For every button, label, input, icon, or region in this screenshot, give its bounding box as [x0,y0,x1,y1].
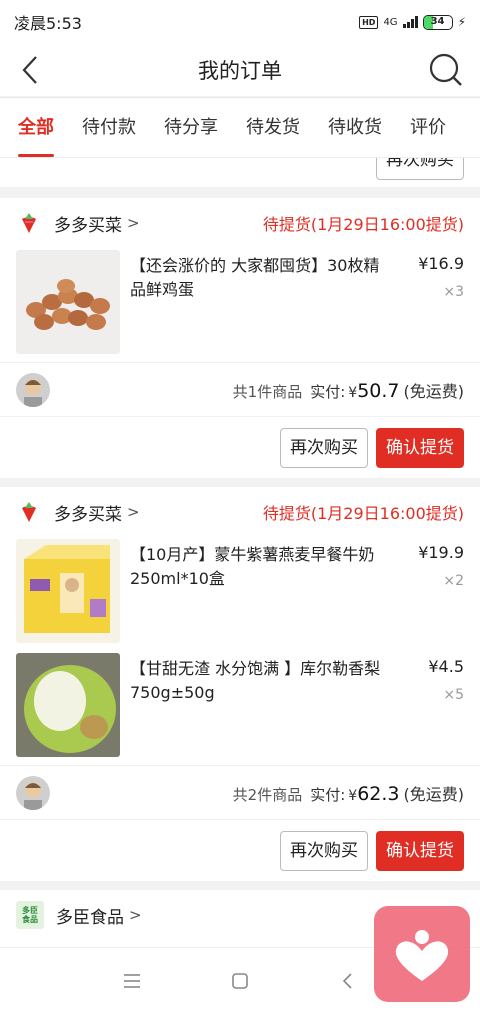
hd-badge: HD [359,15,379,29]
shipping-note: (免运费) [403,381,465,401]
item-price: ¥4.5 [428,657,464,676]
milk-product-image [16,539,120,643]
previous-order-card: 再次购买 [0,157,480,187]
nav-bar: 我的订单 [0,44,480,96]
order-card: 多多买菜 > 待提货(1月29日16:00提货) 【10月产】蒙牛紫薯燕麦早餐牛… [0,487,480,881]
item-price: ¥19.9 [418,543,464,562]
item-count: 共1件商品 [232,382,303,401]
paid-label: 实付: [310,785,346,804]
shipping-note: (免运费) [403,784,465,804]
search-icon [429,53,462,86]
battery-icon: 34 [422,14,453,30]
currency-symbol: ¥ [348,787,358,804]
order-summary: 共2件商品 实付: ¥ 62.3 (免运费) [0,765,480,819]
order-tabs: 全部 待付款 待分享 待发货 待收货 评价 [0,97,480,157]
tab-all[interactable]: 全部 [18,98,54,157]
back-nav-button[interactable] [328,961,368,1001]
order-actions: 再次购买 确认提货 [0,416,480,478]
shop-logo: 多臣 食品 [16,901,44,929]
item-price: ¥16.9 [418,254,464,273]
chevron-right-icon: > [129,906,142,924]
item-count: 共2件商品 [232,785,303,804]
carrot-logo-icon [16,210,42,236]
currency-symbol: ¥ [348,384,358,401]
order-item[interactable]: 【10月产】蒙牛紫薯燕麦早餐牛奶250ml*10盒 ¥19.9 ×2 [0,537,480,651]
carrot-logo-icon [16,499,42,525]
status-bar: 凌晨5:53 HD 4G 34 ⚡ [0,0,480,44]
item-quantity: ×3 [443,284,464,300]
pear-product-image [16,653,120,757]
shop-logo [16,499,42,525]
tab-unpaid[interactable]: 待付款 [82,98,136,157]
home-button[interactable] [220,961,260,1001]
egg-product-image [16,250,120,354]
avatar [16,372,50,407]
status-time: 凌晨5:53 [14,14,82,33]
item-title: 【10月产】蒙牛紫薯燕麦早餐牛奶250ml*10盒 [130,545,375,588]
back-arrow-icon [22,56,37,84]
charging-icon: ⚡ [457,15,466,29]
item-quantity: ×2 [443,573,464,589]
confirm-pickup-button[interactable]: 确认提货 [376,427,464,468]
heart-icon [395,930,449,981]
order-item[interactable]: 【甘甜无渣 水分饱满 】库尔勒香梨750g±50g ¥4.5 ×5 [0,651,480,765]
back-button[interactable] [14,52,50,88]
menu-icon [124,973,140,988]
order-actions: 再次购买 确认提货 [0,819,480,881]
item-quantity: ×5 [443,687,464,703]
home-square-icon [232,972,248,989]
order-card: 多多买菜 > 待提货(1月29日16:00提货) 【还会涨价的 大家都囤货】30… [0,198,480,478]
order-status: 待提货(1月29日16:00提货) [262,504,464,523]
avatar [16,775,50,810]
status-icons: HD 4G 34 ⚡ [359,14,466,30]
shop-name: 多多买菜 [54,215,122,236]
tab-to-share[interactable]: 待分享 [164,98,218,157]
rebuy-button[interactable]: 再次购买 [280,830,368,871]
confirm-pickup-button[interactable]: 确认提货 [376,830,464,871]
order-total: 62.3 [357,782,400,805]
tab-to-receive[interactable]: 待收货 [328,98,382,157]
tab-review[interactable]: 评价 [410,98,446,157]
signal-icon [402,16,418,28]
tab-to-ship[interactable]: 待发货 [246,98,300,157]
order-item[interactable]: 【还会涨价的 大家都囤货】30枚精品鲜鸡蛋 ¥16.9 ×3 [0,248,480,362]
rebuy-button[interactable]: 再次购买 [280,427,368,468]
page-title: 我的订单 [198,59,282,83]
paid-label: 实付: [310,382,346,401]
rebuy-button[interactable]: 再次购买 [376,158,464,180]
order-summary: 共1件商品 实付: ¥ 50.7 (免运费) [0,362,480,416]
search-button[interactable] [426,50,466,90]
shop-name: 多臣食品 [56,907,124,928]
shop-name: 多多买菜 [54,504,122,525]
item-title: 【还会涨价的 大家都囤货】30枚精品鲜鸡蛋 [130,256,380,299]
battery-level: 34 [430,15,445,27]
order-header[interactable]: 多多买菜 > 待提货(1月29日16:00提货) [0,487,480,537]
order-total: 50.7 [357,379,400,402]
chevron-right-icon: > [127,503,140,521]
order-header[interactable]: 多多买菜 > 待提货(1月29日16:00提货) [0,198,480,248]
shop-logo [16,210,42,236]
network-type: 4G [383,16,398,28]
order-status: 待提货(1月29日16:00提货) [262,215,464,234]
menu-button[interactable] [112,961,152,1001]
item-title: 【甘甜无渣 水分饱满 】库尔勒香梨750g±50g [130,659,381,702]
chevron-right-icon: > [127,214,140,232]
back-triangle-icon [342,972,352,989]
floating-heart-button[interactable] [374,906,470,1002]
